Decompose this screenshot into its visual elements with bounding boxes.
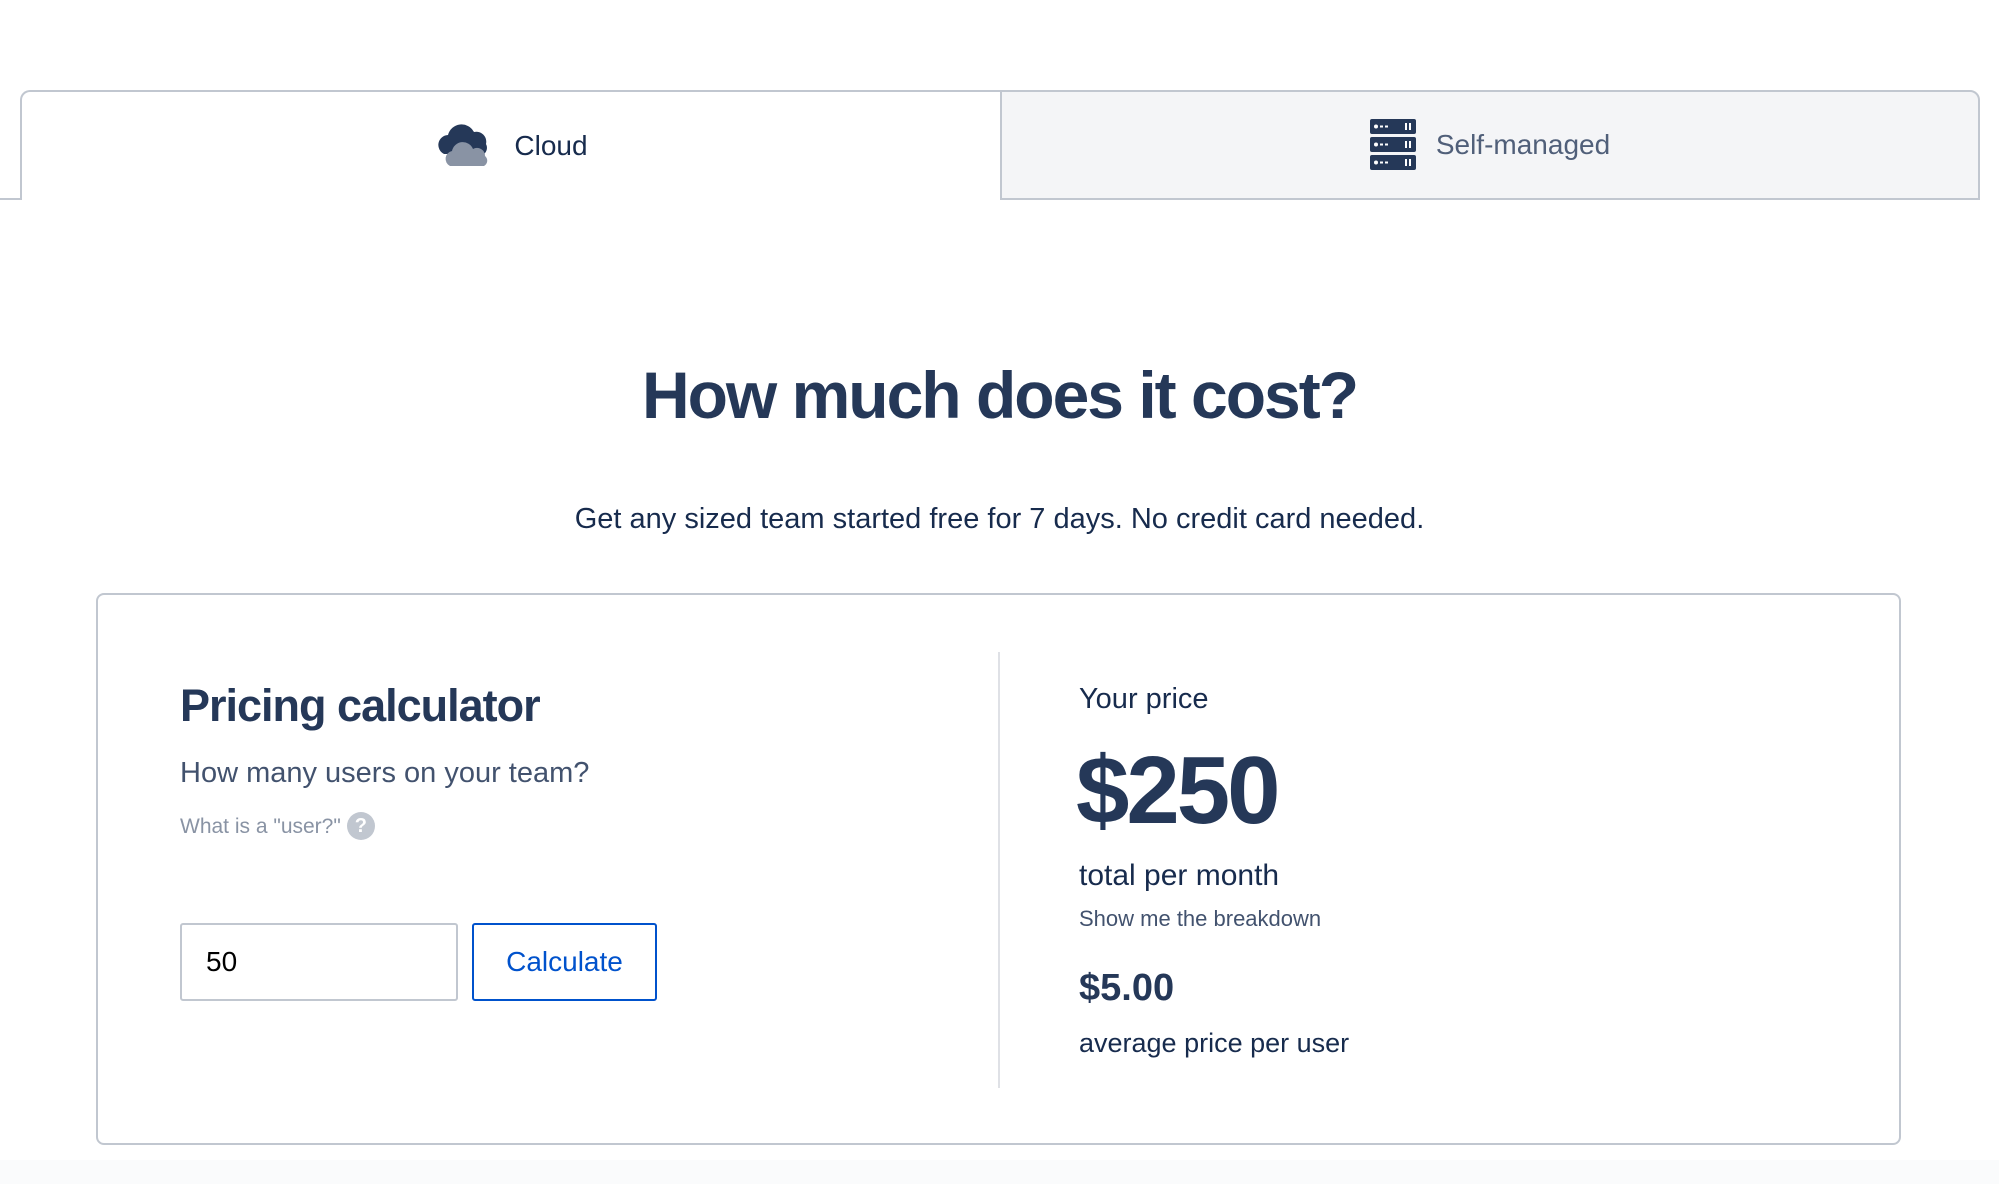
average-price-per-user: $5.00 xyxy=(1079,967,1175,1009)
tab-cloud-label: Cloud xyxy=(514,130,588,161)
question-circle-icon[interactable]: ? xyxy=(346,812,375,840)
card-divider xyxy=(998,652,1000,1088)
price-amount: $250 xyxy=(1076,737,1281,844)
server-icon xyxy=(1369,119,1416,171)
page-subtitle: Get any sized team started free for 7 da… xyxy=(574,503,1425,535)
calculate-button[interactable]: Calculate xyxy=(472,923,657,1001)
users-question: How many users on your team? xyxy=(180,757,590,789)
price-period: total per month xyxy=(1079,859,1280,892)
page-bottom-strip xyxy=(0,1160,1999,1184)
user-definition-help[interactable]: What is a "user?" ? xyxy=(180,812,375,840)
page-title: How much does it cost? xyxy=(641,358,1359,432)
user-definition-help-label: What is a "user?" xyxy=(180,814,341,838)
calculator-title: Pricing calculator xyxy=(180,680,541,731)
tab-cloud[interactable]: Cloud xyxy=(20,90,1002,200)
tab-self-managed[interactable]: Self-managed xyxy=(1000,90,1980,200)
tab-self-managed-label: Self-managed xyxy=(1435,129,1611,160)
average-price-label: average price per user xyxy=(1079,1028,1350,1058)
cloud-icon xyxy=(434,124,494,168)
your-price-label: Your price xyxy=(1079,683,1209,715)
show-breakdown-link[interactable]: Show me the breakdown xyxy=(1079,908,1321,930)
users-count-input[interactable] xyxy=(180,923,458,1001)
deployment-tabs: Cloud Self-managed xyxy=(0,90,1999,200)
tabs-baseline xyxy=(0,198,21,200)
pricing-calculator-card: Pricing calculator How many users on you… xyxy=(96,593,1901,1145)
